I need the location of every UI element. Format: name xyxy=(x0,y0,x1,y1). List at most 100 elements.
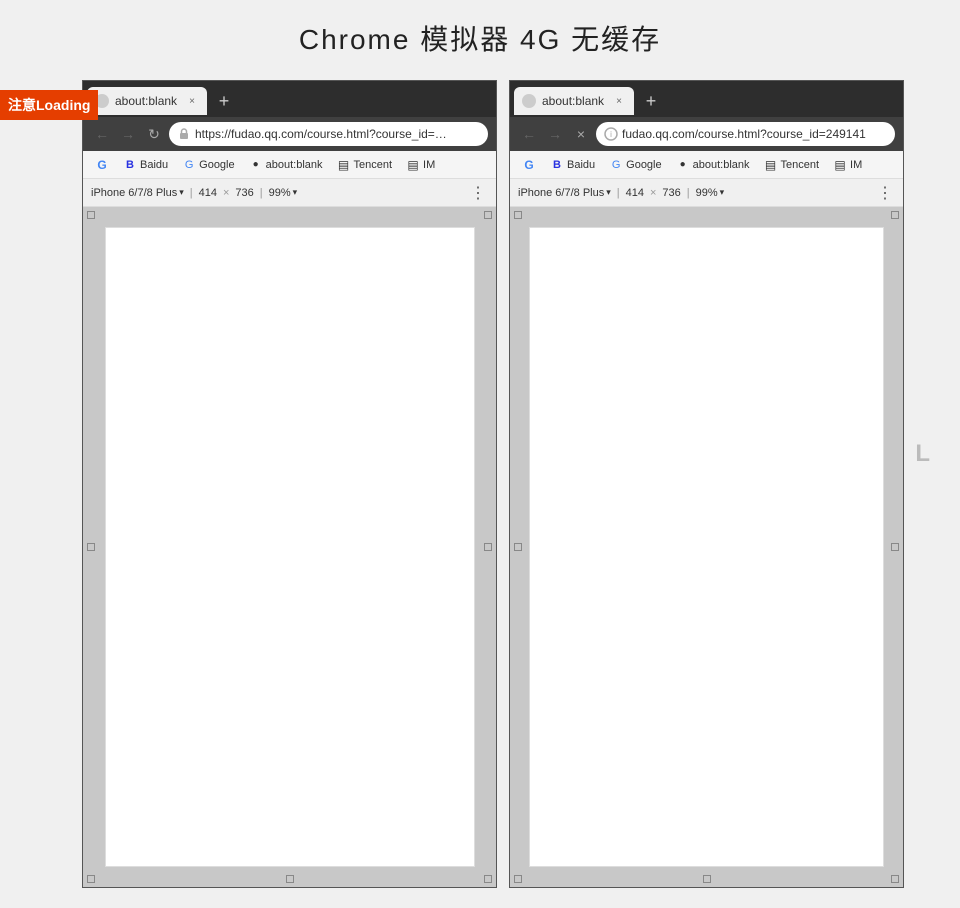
tab-right[interactable]: about:blank × xyxy=(514,87,634,115)
device-sep2-left: | xyxy=(260,187,263,199)
bookmark-about-left[interactable]: ● about:blank xyxy=(243,156,329,174)
device-menu-btn-right[interactable]: ⋮ xyxy=(875,183,895,203)
bookmark-icon-g-left: G xyxy=(95,158,109,172)
bookmark-icon-tencent-right: ▤ xyxy=(764,158,778,172)
device-zoom-left[interactable]: 99% ▾ xyxy=(269,187,298,199)
tab-close-left[interactable]: × xyxy=(185,94,199,108)
resize-handle-tl-left[interactable] xyxy=(87,211,95,219)
device-sep2-right: | xyxy=(687,187,690,199)
viewport-right xyxy=(510,207,903,887)
device-sep1-left: | xyxy=(190,187,193,199)
device-width-left: 414 xyxy=(199,187,217,199)
viewport-content-right xyxy=(529,227,884,867)
tab-title-left: about:blank xyxy=(115,94,179,108)
resize-handle-tl-right[interactable] xyxy=(514,211,522,219)
secure-icon-right: i xyxy=(604,127,618,141)
resize-handle-br-left[interactable] xyxy=(484,875,492,883)
address-text-left: https://fudao.qq.com/course.html?course_… xyxy=(195,127,447,141)
resize-handle-ml-left[interactable] xyxy=(87,543,95,551)
loading-badge: 注意Loading xyxy=(0,90,98,120)
secure-icon-left xyxy=(177,127,191,141)
tab-close-right[interactable]: × xyxy=(612,94,626,108)
tab-bar-left: about:blank × + xyxy=(83,81,496,117)
bookmark-icon-im-left: ▤ xyxy=(406,158,420,172)
bookmark-im-right[interactable]: ▤ IM xyxy=(827,156,868,174)
forward-btn-right[interactable]: → xyxy=(544,123,566,145)
resize-handle-tr-right[interactable] xyxy=(891,211,899,219)
resize-handle-bm-left[interactable] xyxy=(286,875,294,883)
browsers-container: about:blank × + ← → ↻ https://fudao.qq.c… xyxy=(0,80,960,888)
back-btn-right[interactable]: ← xyxy=(518,123,540,145)
bookmark-label-about-left: about:blank xyxy=(266,159,323,171)
device-height-left: 736 xyxy=(235,187,253,199)
viewport-left xyxy=(83,207,496,887)
side-label: L xyxy=(915,440,930,468)
bookmark-icon-baidu-right: B xyxy=(550,158,564,172)
forward-btn-left[interactable]: → xyxy=(117,123,139,145)
tab-title-right: about:blank xyxy=(542,94,606,108)
address-bar-left[interactable]: https://fudao.qq.com/course.html?course_… xyxy=(169,122,488,146)
bookmark-icon-about-right: ● xyxy=(676,158,690,172)
reload-btn-left[interactable]: ↻ xyxy=(143,123,165,145)
bookmark-g-right[interactable]: G xyxy=(516,156,542,174)
tab-favicon-right xyxy=(522,94,536,108)
browser-window-left: about:blank × + ← → ↻ https://fudao.qq.c… xyxy=(82,80,497,888)
bookmark-g-left[interactable]: G xyxy=(89,156,115,174)
browser-window-right: about:blank × + ← → × i fudao.qq.com/cou… xyxy=(509,80,904,888)
device-zoom-right[interactable]: 99% ▾ xyxy=(696,187,725,199)
svg-text:i: i xyxy=(610,130,612,139)
tab-left[interactable]: about:blank × xyxy=(87,87,207,115)
resize-handle-bl-left[interactable] xyxy=(87,875,95,883)
bookmark-tencent-right[interactable]: ▤ Tencent xyxy=(758,156,826,174)
resize-handle-mr-right[interactable] xyxy=(891,543,899,551)
bookmark-label-tencent-left: Tencent xyxy=(354,159,393,171)
device-height-right: 736 xyxy=(662,187,680,199)
device-x-left: × xyxy=(223,187,229,199)
bookmark-about-right[interactable]: ● about:blank xyxy=(670,156,756,174)
reload-btn-right[interactable]: × xyxy=(570,123,592,145)
bookmark-label-google-right: Google xyxy=(626,159,661,171)
bookmark-google-right[interactable]: G Google xyxy=(603,156,667,174)
resize-handle-mr-left[interactable] xyxy=(484,543,492,551)
device-x-right: × xyxy=(650,187,656,199)
resize-handle-bl-right[interactable] xyxy=(514,875,522,883)
new-tab-btn-left[interactable]: + xyxy=(211,88,237,114)
address-bar-right[interactable]: i fudao.qq.com/course.html?course_id=249… xyxy=(596,122,895,146)
bookmark-label-tencent-right: Tencent xyxy=(781,159,820,171)
bookmark-baidu-right[interactable]: B Baidu xyxy=(544,156,601,174)
bookmark-label-im-right: IM xyxy=(850,159,862,171)
new-tab-btn-right[interactable]: + xyxy=(638,88,664,114)
bookmark-label-about-right: about:blank xyxy=(693,159,750,171)
bookmark-label-google-left: Google xyxy=(199,159,234,171)
resize-handle-br-right[interactable] xyxy=(891,875,899,883)
device-selector-right[interactable]: iPhone 6/7/8 Plus ▾ xyxy=(518,187,611,199)
bookmark-icon-google-left: G xyxy=(182,158,196,172)
device-zoom-value-left: 99% xyxy=(269,187,291,199)
device-zoom-icon-left: ▾ xyxy=(293,187,298,198)
device-selector-left[interactable]: iPhone 6/7/8 Plus ▾ xyxy=(91,187,184,199)
page-title: Chrome 模拟器 4G 无缓存 xyxy=(0,0,960,68)
bookmark-baidu-left[interactable]: B Baidu xyxy=(117,156,174,174)
bookmark-icon-im-right: ▤ xyxy=(833,158,847,172)
bookmark-icon-g-right: G xyxy=(522,158,536,172)
device-menu-btn-left[interactable]: ⋮ xyxy=(468,183,488,203)
resize-handle-tr-left[interactable] xyxy=(484,211,492,219)
address-text-right: fudao.qq.com/course.html?course_id=24914… xyxy=(622,127,866,141)
bookmark-google-left[interactable]: G Google xyxy=(176,156,240,174)
bookmark-im-left[interactable]: ▤ IM xyxy=(400,156,441,174)
device-dropdown-icon-left: ▾ xyxy=(179,187,184,198)
bookmark-icon-about-left: ● xyxy=(249,158,263,172)
bookmark-icon-baidu-left: B xyxy=(123,158,137,172)
bookmark-icon-google-right: G xyxy=(609,158,623,172)
tab-bar-right: about:blank × + xyxy=(510,81,903,117)
bookmark-label-baidu-right: Baidu xyxy=(567,159,595,171)
device-width-right: 414 xyxy=(626,187,644,199)
resize-handle-bm-right[interactable] xyxy=(703,875,711,883)
device-sep1-right: | xyxy=(617,187,620,199)
bookmark-label-im-left: IM xyxy=(423,159,435,171)
bookmark-tencent-left[interactable]: ▤ Tencent xyxy=(331,156,399,174)
back-btn-left[interactable]: ← xyxy=(91,123,113,145)
resize-handle-ml-right[interactable] xyxy=(514,543,522,551)
device-toolbar-left: iPhone 6/7/8 Plus ▾ | 414 × 736 | 99% ▾ … xyxy=(83,179,496,207)
nav-bar-left: ← → ↻ https://fudao.qq.com/course.html?c… xyxy=(83,117,496,151)
